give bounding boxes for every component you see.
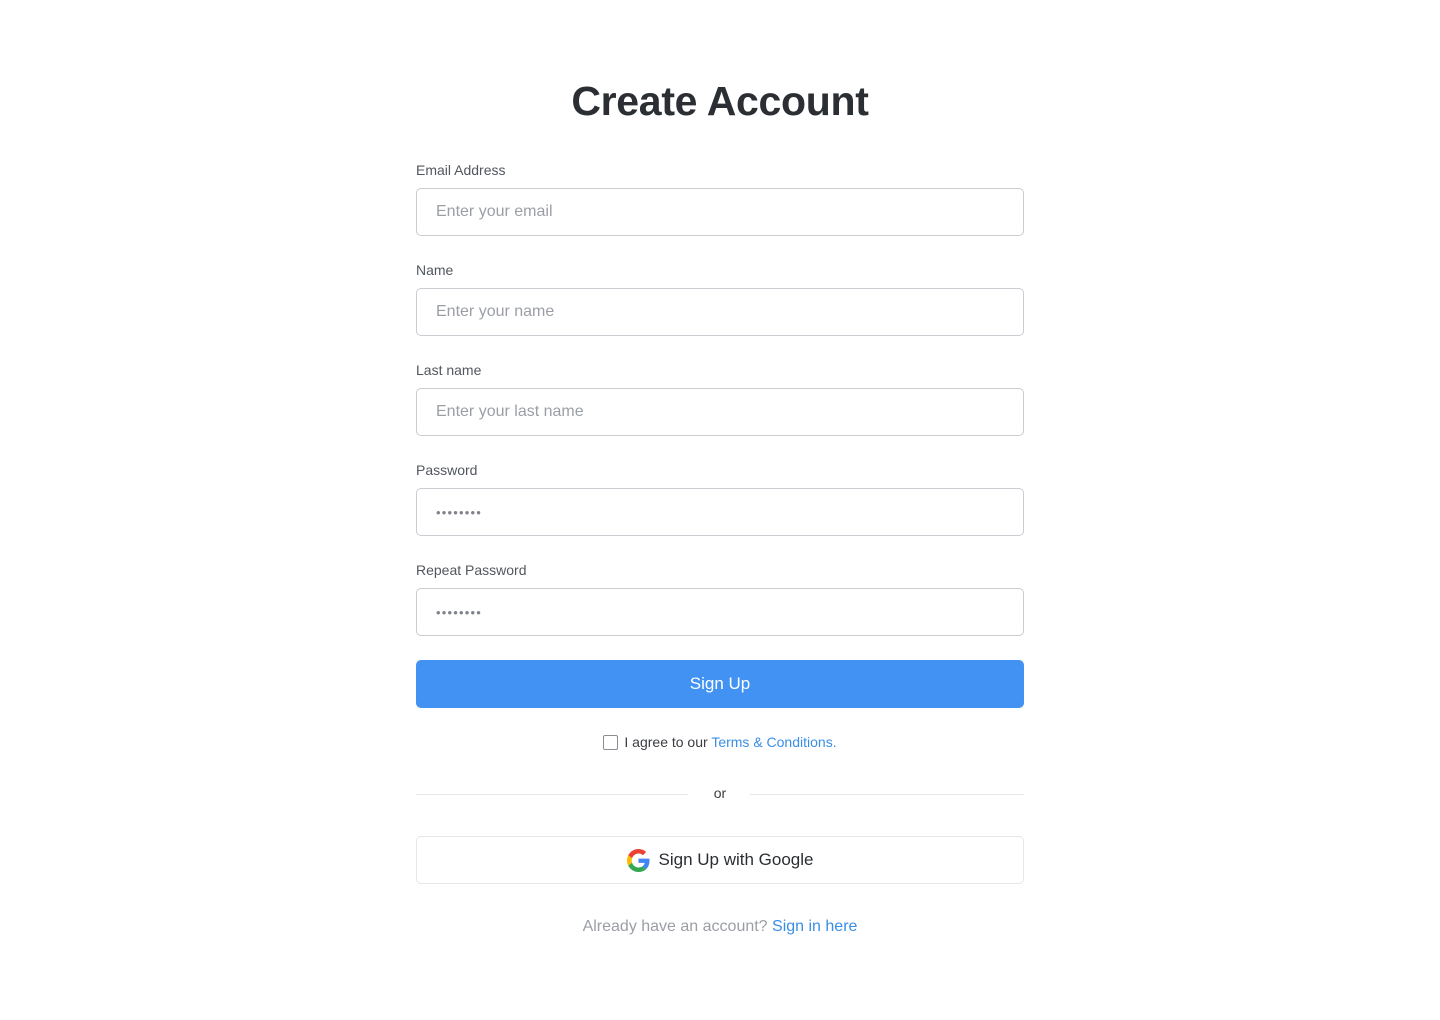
repeat-password-label: Repeat Password bbox=[416, 562, 527, 578]
last-name-field-group: Last name bbox=[416, 360, 1024, 460]
repeat-password-field-group: Repeat Password •••••••• bbox=[416, 560, 1024, 660]
page-title: Create Account bbox=[571, 78, 869, 124]
email-field-group: Email Address bbox=[416, 160, 1024, 260]
google-icon bbox=[626, 848, 650, 872]
terms-row: I agree to our Terms & Conditions. bbox=[416, 732, 1024, 752]
signup-page: Create Account Email Address Name Last n… bbox=[0, 0, 1440, 1020]
last-name-label: Last name bbox=[416, 362, 482, 378]
divider-line-right bbox=[750, 794, 1024, 795]
email-input[interactable] bbox=[416, 188, 1024, 236]
signup-form: Email Address Name Last name Password ••… bbox=[416, 160, 1024, 935]
repeat-password-input[interactable] bbox=[416, 588, 1024, 636]
terms-link[interactable]: Terms & Conditions. bbox=[711, 734, 836, 750]
name-input[interactable] bbox=[416, 288, 1024, 336]
sign-up-with-google-button[interactable]: Sign Up with Google bbox=[416, 836, 1024, 884]
name-label: Name bbox=[416, 262, 454, 278]
divider-text: or bbox=[713, 785, 727, 801]
password-label: Password bbox=[416, 462, 478, 478]
google-button-label: Sign Up with Google bbox=[658, 850, 814, 869]
sign-up-button[interactable]: Sign Up bbox=[416, 660, 1024, 708]
email-label: Email Address bbox=[416, 162, 506, 178]
password-input[interactable] bbox=[416, 488, 1024, 536]
or-divider: or bbox=[416, 784, 1024, 804]
last-name-input[interactable] bbox=[416, 388, 1024, 436]
signin-row: Already have an account? Sign in here bbox=[416, 918, 1024, 936]
password-field-group: Password •••••••• bbox=[416, 460, 1024, 560]
terms-prefix: I agree to our bbox=[624, 734, 708, 750]
sign-in-link[interactable]: Sign in here bbox=[772, 918, 857, 935]
signin-prompt: Already have an account? bbox=[582, 918, 768, 935]
terms-checkbox[interactable] bbox=[603, 735, 619, 750]
name-field-group: Name bbox=[416, 260, 1024, 360]
